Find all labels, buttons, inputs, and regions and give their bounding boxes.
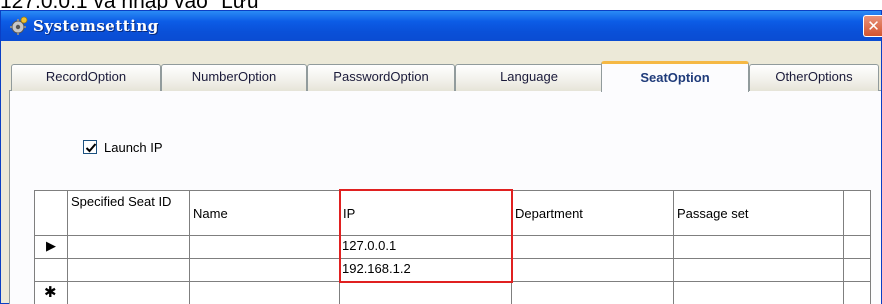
tab-record-option[interactable]: RecordOption <box>11 64 161 91</box>
column-header-ip[interactable]: IP <box>340 190 512 236</box>
grid-cell[interactable] <box>674 282 844 304</box>
column-header-filler <box>844 190 871 236</box>
tab-other-options[interactable]: OtherOptions <box>749 64 879 91</box>
grid-cell[interactable] <box>190 282 340 304</box>
gear-icon <box>10 16 28 35</box>
title-bar[interactable]: Systemsetting ✕ <box>1 11 882 41</box>
checkbox-box[interactable] <box>83 140 97 154</box>
row-header[interactable] <box>34 259 68 282</box>
tab-label: OtherOptions <box>775 69 853 84</box>
grid-cell[interactable] <box>674 236 844 259</box>
tab-language[interactable]: Language <box>455 64 603 91</box>
cell-value: 192.168.1.2 <box>342 261 411 276</box>
close-icon: ✕ <box>867 17 880 35</box>
grid-corner <box>34 190 68 236</box>
grid-filler-cell <box>844 259 871 282</box>
grid-cell[interactable] <box>512 259 674 282</box>
grid-filler-cell <box>844 282 871 304</box>
grid-cell-ip[interactable]: 127.0.0.1 <box>340 236 512 259</box>
column-header-label: Department <box>515 206 583 221</box>
row-header[interactable]: ▶ <box>34 236 68 259</box>
grid-filler-cell <box>844 236 871 259</box>
current-row-icon: ▶ <box>46 238 56 253</box>
tab-label: SeatOption <box>640 70 710 85</box>
cell-value: 127.0.0.1 <box>342 238 397 253</box>
grid-cell-ip[interactable] <box>340 282 512 304</box>
column-header-passage-set[interactable]: Passage set <box>674 190 844 236</box>
tab-number-option[interactable]: NumberOption <box>161 64 307 91</box>
window-title: Systemsetting <box>33 17 159 35</box>
seat-grid: Specified Seat ID Name IP Department Pas… <box>34 189 871 304</box>
column-header-department[interactable]: Department <box>512 190 674 236</box>
tab-bar: RecordOption NumberOption PasswordOption… <box>1 61 881 92</box>
grid-cell[interactable] <box>68 236 190 259</box>
grid-cell[interactable] <box>68 259 190 282</box>
grid-cell[interactable] <box>190 236 340 259</box>
row-header[interactable]: ✱ <box>34 282 68 304</box>
column-header-label: IP <box>343 206 356 221</box>
column-header-label: Specified Seat ID <box>71 194 172 209</box>
grid-cell[interactable] <box>512 282 674 304</box>
grid-cell[interactable] <box>68 282 190 304</box>
grid-cell[interactable] <box>674 259 844 282</box>
column-header-label: Passage set <box>677 206 749 221</box>
launch-ip-label: Launch IP <box>104 140 163 155</box>
grid-cell[interactable] <box>190 259 340 282</box>
column-header-label: Name <box>193 206 228 221</box>
column-header-specified-seat-id[interactable]: Specified Seat ID <box>68 190 190 236</box>
column-header-name[interactable]: Name <box>190 190 340 236</box>
grid-cell-ip[interactable]: 192.168.1.2 <box>340 259 512 282</box>
checkmark-icon <box>85 143 97 153</box>
tab-password-option[interactable]: PasswordOption <box>307 64 455 91</box>
tab-label: RecordOption <box>45 69 127 84</box>
close-button[interactable]: ✕ <box>863 15 882 37</box>
new-row-icon: ✱ <box>44 284 57 301</box>
tab-label: PasswordOption <box>333 69 429 84</box>
tab-seat-option[interactable]: SeatOption <box>601 61 749 92</box>
grid-cell[interactable] <box>512 236 674 259</box>
tab-label: Language <box>500 69 558 84</box>
tab-label: NumberOption <box>191 69 277 84</box>
